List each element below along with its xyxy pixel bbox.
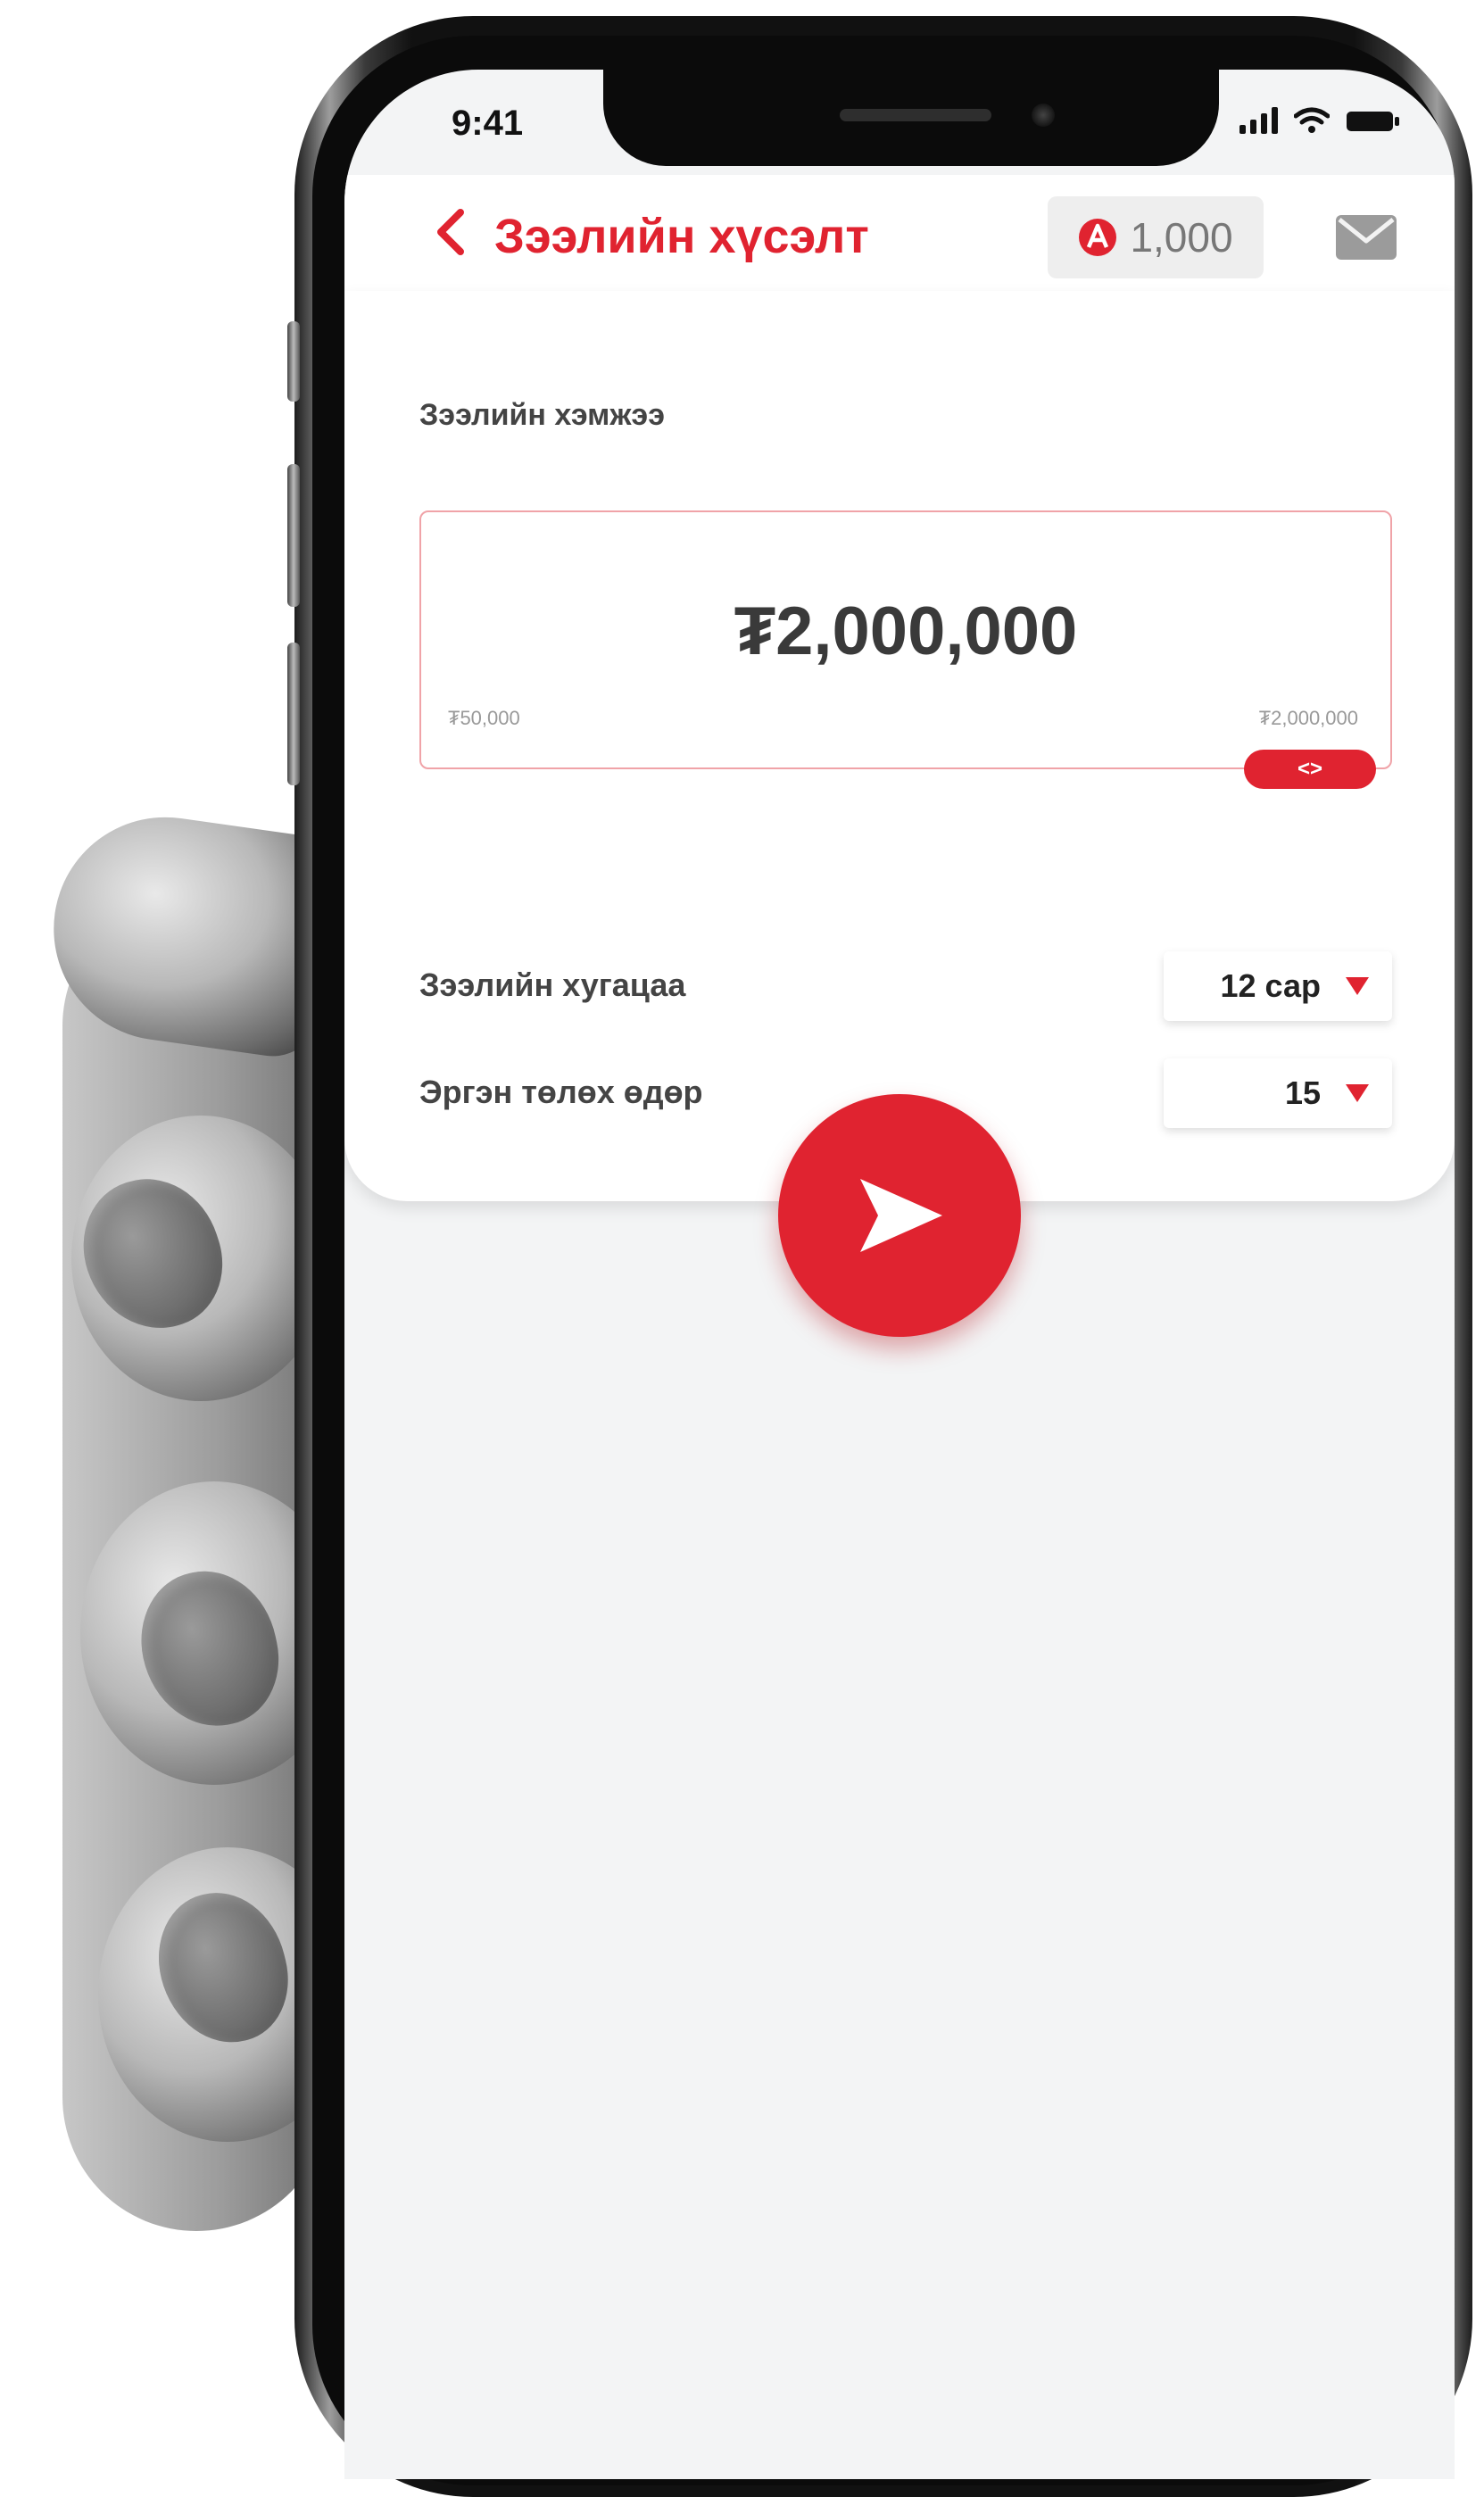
status-time: 9:41 — [452, 104, 524, 143]
page-title: Зээлийн хүсэлт — [494, 210, 869, 263]
brand-coin-icon — [1079, 219, 1117, 256]
status-indicators — [1239, 107, 1401, 134]
scene: 9:41 Зээлийн хүсэлт 1,000 Зээлийн хэмжээ… — [0, 0, 1484, 2497]
app-header: Зээлийн хүсэлт 1,000 — [344, 175, 1455, 293]
speaker-grille — [840, 109, 991, 121]
phone-screen: 9:41 Зээлийн хүсэлт 1,000 Зээлийн хэмжээ… — [344, 70, 1455, 2479]
amount-min: ₮50,000 — [448, 707, 520, 729]
battery-icon — [1347, 112, 1399, 131]
repay-day-select[interactable]: 15 — [1164, 1058, 1392, 1128]
loan-form-card: Зээлийн хэмжээ ₮2,000,000 ₮50,000 ₮2,000… — [344, 291, 1455, 1201]
dropdown-arrow-icon — [1346, 977, 1369, 995]
term-label: Зээлийн хугацаа — [419, 966, 686, 1003]
volume-up-button — [287, 464, 300, 607]
amount-label: Зээлийн хэмжээ — [419, 398, 665, 432]
chevron-left-icon[interactable] — [427, 205, 480, 259]
dropdown-arrow-icon — [1346, 1084, 1369, 1102]
notch — [603, 70, 1219, 166]
mute-switch — [287, 321, 300, 402]
repay-day-label: Эргэн төлөх өдөр — [419, 1074, 703, 1110]
repay-day-value: 15 — [1284, 1074, 1321, 1111]
submit-button[interactable] — [778, 1094, 1021, 1337]
amount-value: ₮2,000,000 — [734, 593, 1078, 669]
amount-max: ₮2,000,000 — [1258, 707, 1358, 729]
points-value: 1,000 — [1130, 214, 1233, 261]
amount-input[interactable]: ₮2,000,000 ₮50,000 ₮2,000,000 <> — [419, 510, 1392, 789]
signal-icon — [1239, 107, 1278, 134]
term-value: 12 сар — [1220, 967, 1321, 1004]
wifi-icon — [1294, 107, 1330, 133]
mail-icon[interactable] — [1335, 214, 1397, 261]
points-badge[interactable]: 1,000 — [1048, 196, 1264, 278]
send-arrow-icon — [860, 1179, 942, 1252]
term-select[interactable]: 12 сар — [1164, 951, 1392, 1021]
front-camera — [1032, 104, 1055, 127]
amount-slider-handle[interactable]: <> — [1244, 750, 1376, 789]
volume-down-button — [287, 643, 300, 785]
